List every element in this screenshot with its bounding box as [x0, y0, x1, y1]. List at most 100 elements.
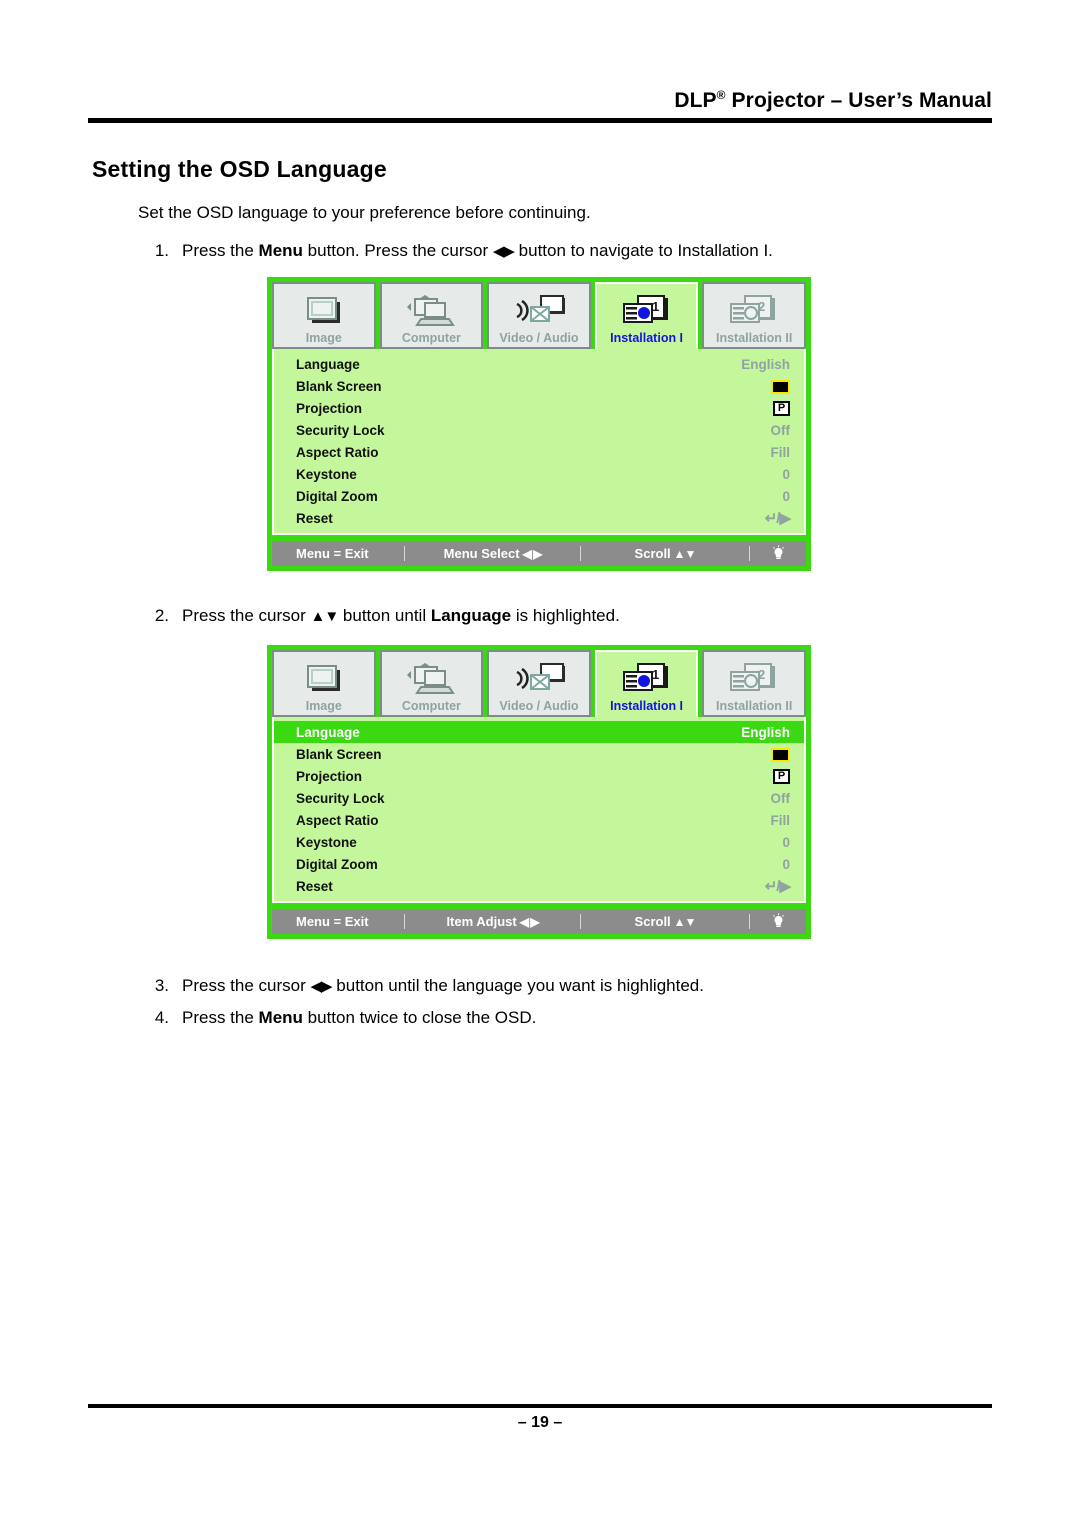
osd-1-tab-installation-1[interactable]: 1 Installation I — [594, 282, 699, 349]
step-2-mid: button until — [338, 606, 431, 625]
registered-mark-icon: ® — [716, 88, 726, 102]
step-1-mid: button. Press the cursor — [302, 241, 493, 260]
osd-1-row-blank-screen[interactable]: Blank Screen — [274, 375, 804, 397]
osd-1-row-reset-label: Reset — [296, 510, 333, 526]
osd-2-footer-exit: Menu = Exit — [296, 914, 369, 929]
osd-2-tab-image[interactable]: Image — [272, 650, 376, 717]
step-1-text: Press the Menu button. Press the cursor … — [182, 241, 773, 261]
header-title-rest: Projector – User’s Manual — [725, 89, 992, 112]
osd-2-row-security-lock-label: Security Lock — [296, 790, 385, 806]
osd-2-tab-image-label: Image — [305, 699, 342, 713]
osd-1-row-reset[interactable]: Reset ↵/▶ — [274, 507, 804, 529]
left-right-arrows-icon: ◀▶ — [310, 978, 333, 995]
osd-1-row-language-label: Language — [296, 356, 360, 372]
osd-1-row-digital-zoom[interactable]: Digital Zoom 0 — [274, 485, 804, 507]
up-down-arrows-icon: ▲▼ — [673, 914, 697, 929]
osd-2-row-blank-screen-value — [771, 746, 790, 762]
osd-1-footer-scroll-label: Scroll — [634, 546, 671, 561]
osd-2-row-reset-label: Reset — [296, 878, 333, 894]
step-4-post: button twice to close the OSD. — [302, 1008, 537, 1027]
step-1-number: 1. — [154, 241, 169, 260]
screen-icon — [274, 659, 374, 699]
osd-2-tab-video-audio[interactable]: Video / Audio — [487, 650, 591, 717]
projection-icon: P — [773, 400, 790, 416]
osd-1-row-security-lock-label: Security Lock — [296, 422, 385, 438]
osd-2-footer-scroll: Scroll ▲▼ — [581, 914, 749, 929]
step-2-number: 2. — [154, 606, 169, 625]
osd-2-row-language-selected[interactable]: Language English — [274, 721, 804, 743]
osd-1-tab-computer[interactable]: Computer — [379, 282, 484, 349]
header-rule — [88, 118, 992, 123]
page-number: – 19 – — [517, 1414, 563, 1431]
black-swatch-icon — [771, 747, 790, 762]
osd-2-tab-computer-label: Computer — [401, 699, 461, 713]
step-2-post: is highlighted. — [511, 606, 620, 625]
osd-1-row-keystone[interactable]: Keystone 0 — [274, 463, 804, 485]
osd-2-row-aspect-ratio-value: Fill — [770, 812, 791, 828]
laptop-icon — [382, 659, 482, 699]
osd-2-row-keystone[interactable]: Keystone 0 — [274, 831, 804, 853]
osd-1-footer-scroll: Scroll ▲▼ — [581, 546, 749, 561]
osd-2-row-projection[interactable]: Projection P — [274, 765, 804, 787]
osd-2-footer-bar: Menu = Exit Item Adjust ◀ ▶ Scroll ▲▼ — [272, 909, 806, 934]
video-audio-icon — [489, 291, 589, 331]
osd-2-tab-computer[interactable]: Computer — [379, 650, 484, 717]
osd-2-row-aspect-ratio[interactable]: Aspect Ratio Fill — [274, 809, 804, 831]
osd-2-footer-item-adjust-label: Item Adjust — [446, 914, 517, 929]
osd-2-row-digital-zoom[interactable]: Digital Zoom 0 — [274, 853, 804, 875]
osd-1-tab-image-label: Image — [305, 331, 342, 345]
osd-1-footer-menu-select-label: Menu Select — [443, 546, 520, 561]
footer-rule — [88, 1404, 992, 1408]
osd-2-row-security-lock[interactable]: Security Lock Off — [274, 787, 804, 809]
step-2-pre: Press the cursor — [182, 606, 311, 625]
intro-paragraph: Set the OSD language to your preference … — [138, 203, 591, 222]
osd-1-tab-computer-label: Computer — [401, 331, 461, 345]
osd-2-row-projection-value: P — [773, 768, 790, 784]
step-3: 3. Press the cursor ◀▶ button until the … — [152, 976, 704, 996]
osd-1-row-aspect-ratio[interactable]: Aspect Ratio Fill — [274, 441, 804, 463]
osd-2-row-reset[interactable]: Reset ↵/▶ — [274, 875, 804, 897]
osd-2-row-keystone-label: Keystone — [296, 834, 357, 850]
osd-1-row-language[interactable]: Language English — [274, 353, 804, 375]
osd-1-footer-menu-select: Menu Select ◀ ▶ — [405, 546, 580, 561]
step-1-post: button to navigate to Installation I. — [513, 241, 773, 260]
osd-menu-screenshot-2: Image Computer Video / Audio 1 Installat… — [266, 644, 812, 940]
osd-2-tab-installation-1[interactable]: 1 Installation I — [594, 650, 699, 717]
osd-1-row-projection[interactable]: Projection P — [274, 397, 804, 419]
osd-1-row-projection-label: Projection — [296, 400, 363, 416]
osd-1-row-language-value: English — [741, 356, 790, 372]
installation-two-icon: 2 — [704, 291, 804, 331]
osd-1-tab-video-audio-label: Video / Audio — [499, 331, 579, 345]
step-4-bold: Menu — [258, 1008, 303, 1027]
osd-2-tab-installation-2[interactable]: 2 Installation II — [702, 650, 806, 717]
osd-1-row-security-lock-value: Off — [770, 422, 791, 438]
osd-1-menu-list: Language English Blank Screen Projection… — [272, 349, 806, 535]
header-title-main: DLP — [674, 89, 717, 112]
up-down-arrows-icon: ▲▼ — [673, 546, 697, 561]
osd-1-row-security-lock[interactable]: Security Lock Off — [274, 419, 804, 441]
osd-2-row-blank-screen-label: Blank Screen — [296, 746, 382, 762]
step-1-pre: Press the — [182, 241, 259, 260]
step-3-post: button until the language you want is hi… — [331, 976, 704, 995]
video-audio-icon — [489, 659, 589, 699]
osd-2-row-projection-label: Projection — [296, 768, 363, 784]
osd-2-inner: Image Computer Video / Audio 1 Installat… — [272, 650, 806, 934]
osd-1-tab-installation-2[interactable]: 2 Installation II — [702, 282, 806, 349]
osd-1-tab-image[interactable]: Image — [272, 282, 376, 349]
osd-2-footer-item-adjust: Item Adjust ◀ ▶ — [405, 914, 580, 929]
osd-2-row-security-lock-value: Off — [770, 790, 791, 806]
manual-page: DLP® Projector – User’s Manual Setting t… — [0, 0, 1080, 1527]
lamp-icon — [750, 545, 806, 562]
osd-1-row-aspect-ratio-label: Aspect Ratio — [296, 444, 379, 460]
left-right-arrows-icon: ◀ ▶ — [522, 546, 543, 561]
osd-2-row-blank-screen[interactable]: Blank Screen — [274, 743, 804, 765]
lamp-icon — [750, 913, 806, 930]
osd-1-tab-installation-1-label: Installation I — [610, 331, 684, 345]
left-right-arrows-icon: ◀ ▶ — [519, 914, 540, 929]
osd-2-row-digital-zoom-value: 0 — [782, 856, 790, 872]
projection-icon: P — [773, 768, 790, 784]
osd-2-row-language-label: Language — [296, 724, 360, 740]
svg-text:1: 1 — [652, 667, 659, 682]
installation-two-icon: 2 — [704, 659, 804, 699]
osd-1-tab-video-audio[interactable]: Video / Audio — [487, 282, 591, 349]
